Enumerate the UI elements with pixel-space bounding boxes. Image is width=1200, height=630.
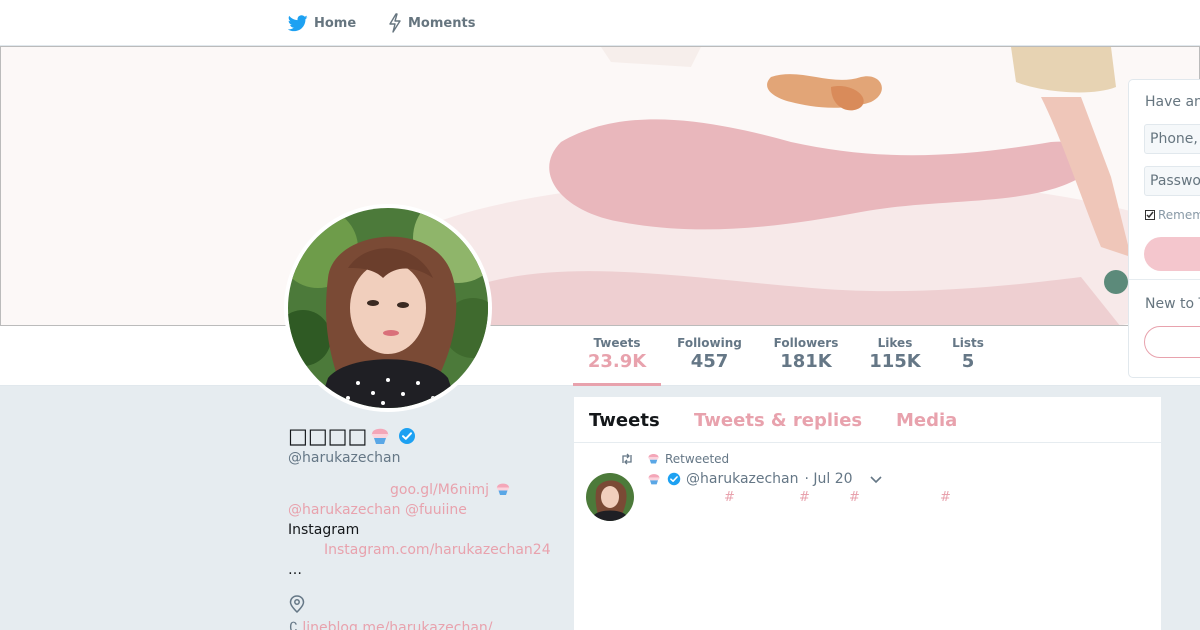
stat-following[interactable]: Following 457: [672, 336, 747, 372]
nav-home[interactable]: Home: [288, 12, 356, 34]
stat-label: Followers: [773, 336, 839, 350]
phone-field[interactable]: Phone,: [1144, 124, 1200, 154]
hashtag[interactable]: #: [799, 490, 810, 505]
stat-tweets[interactable]: Tweets 23.9K: [573, 336, 661, 386]
stat-label: Tweets: [593, 336, 641, 350]
nav-moments[interactable]: Moments: [388, 12, 475, 34]
stat-value: 5: [961, 351, 975, 372]
website-link[interactable]: lineblog.me/harukazechan/: [302, 620, 492, 630]
password-field[interactable]: Password: [1144, 166, 1200, 196]
remember-label: Rememb: [1158, 208, 1200, 222]
chevron-down-icon[interactable]: [869, 474, 883, 484]
remember-me[interactable]: Rememb: [1145, 208, 1200, 222]
twitter-bird-icon: [288, 14, 308, 32]
bio-link-goo[interactable]: goo.gl/M6nimj: [390, 480, 489, 500]
timeline-tabs: Tweets Tweets & replies Media: [574, 397, 1161, 443]
divider: [1129, 279, 1200, 280]
stat-label: Following: [677, 336, 742, 350]
profile-avatar[interactable]: [284, 204, 492, 412]
shaved-ice-emoji-icon: [646, 451, 661, 466]
profile-header-banner: [0, 46, 1200, 326]
bio-mentions[interactable]: @harukazechan @fuuiine: [288, 500, 467, 520]
tab-tweets[interactable]: Tweets: [589, 410, 660, 431]
display-name: □□□□: [288, 424, 368, 448]
stat-value: 115K: [869, 351, 921, 372]
profile-handle[interactable]: @harukazechan: [288, 450, 401, 466]
hashtag[interactable]: #: [849, 490, 860, 505]
shaved-ice-emoji-icon: [368, 424, 392, 448]
verified-badge-icon: [398, 427, 416, 445]
login-card: Have an Phone, Password Rememb New to T: [1128, 79, 1200, 378]
top-navigation: Home Moments: [0, 0, 1200, 46]
login-title: Have an: [1145, 94, 1200, 110]
stat-followers[interactable]: Followers 181K: [770, 336, 842, 372]
profile-website[interactable]: ∁ lineblog.me/harukazechan/: [289, 620, 493, 630]
retweet-icon: [620, 453, 634, 465]
shaved-ice-emoji-icon: [494, 480, 512, 504]
tweet-avatar[interactable]: [586, 473, 634, 521]
shaved-ice-emoji-icon: [646, 471, 662, 487]
tweet-date[interactable]: · Jul 20: [805, 471, 853, 487]
tweet-header: @harukazechan · Jul 20: [646, 471, 883, 487]
stat-value: 457: [690, 351, 729, 372]
retweet-context: Retweeted: [620, 451, 729, 466]
profile-stats-bar: Tweets 23.9K Following 457 Followers 181…: [0, 326, 1200, 386]
tweet-handle[interactable]: @harukazechan: [686, 471, 799, 487]
stat-label: Likes: [877, 336, 913, 350]
stat-likes[interactable]: Likes 115K: [866, 336, 924, 372]
timeline: Tweets Tweets & replies Media Retweeted …: [574, 397, 1161, 630]
remember-checkbox[interactable]: [1145, 210, 1155, 220]
lightning-icon: [388, 13, 402, 33]
stat-lists[interactable]: Lists 5: [948, 336, 988, 372]
tab-media[interactable]: Media: [896, 410, 957, 431]
bio-instagram-link[interactable]: Instagram.com/harukazechan24: [324, 540, 551, 560]
login-button[interactable]: [1144, 237, 1200, 271]
hashtag[interactable]: #: [724, 490, 735, 505]
signup-prompt: New to T: [1145, 296, 1200, 312]
tab-tweets-replies[interactable]: Tweets & replies: [694, 410, 862, 431]
stat-value: 181K: [780, 351, 832, 372]
signup-button[interactable]: [1144, 326, 1200, 358]
link-icon: ∁: [289, 620, 298, 630]
bio-instagram-label: Instagram: [288, 522, 360, 538]
retweeted-label: Retweeted: [665, 451, 730, 466]
verified-badge-icon: [667, 472, 681, 486]
stat-value: 23.9K: [587, 351, 647, 372]
profile-name: □□□□: [288, 424, 416, 448]
location-pin-icon: [289, 595, 305, 617]
nav-home-label: Home: [314, 15, 357, 31]
nav-moments-label: Moments: [408, 15, 476, 31]
stat-label: Lists: [952, 336, 984, 350]
hashtag[interactable]: #: [940, 490, 951, 505]
bio-ellipsis: …: [288, 562, 302, 578]
